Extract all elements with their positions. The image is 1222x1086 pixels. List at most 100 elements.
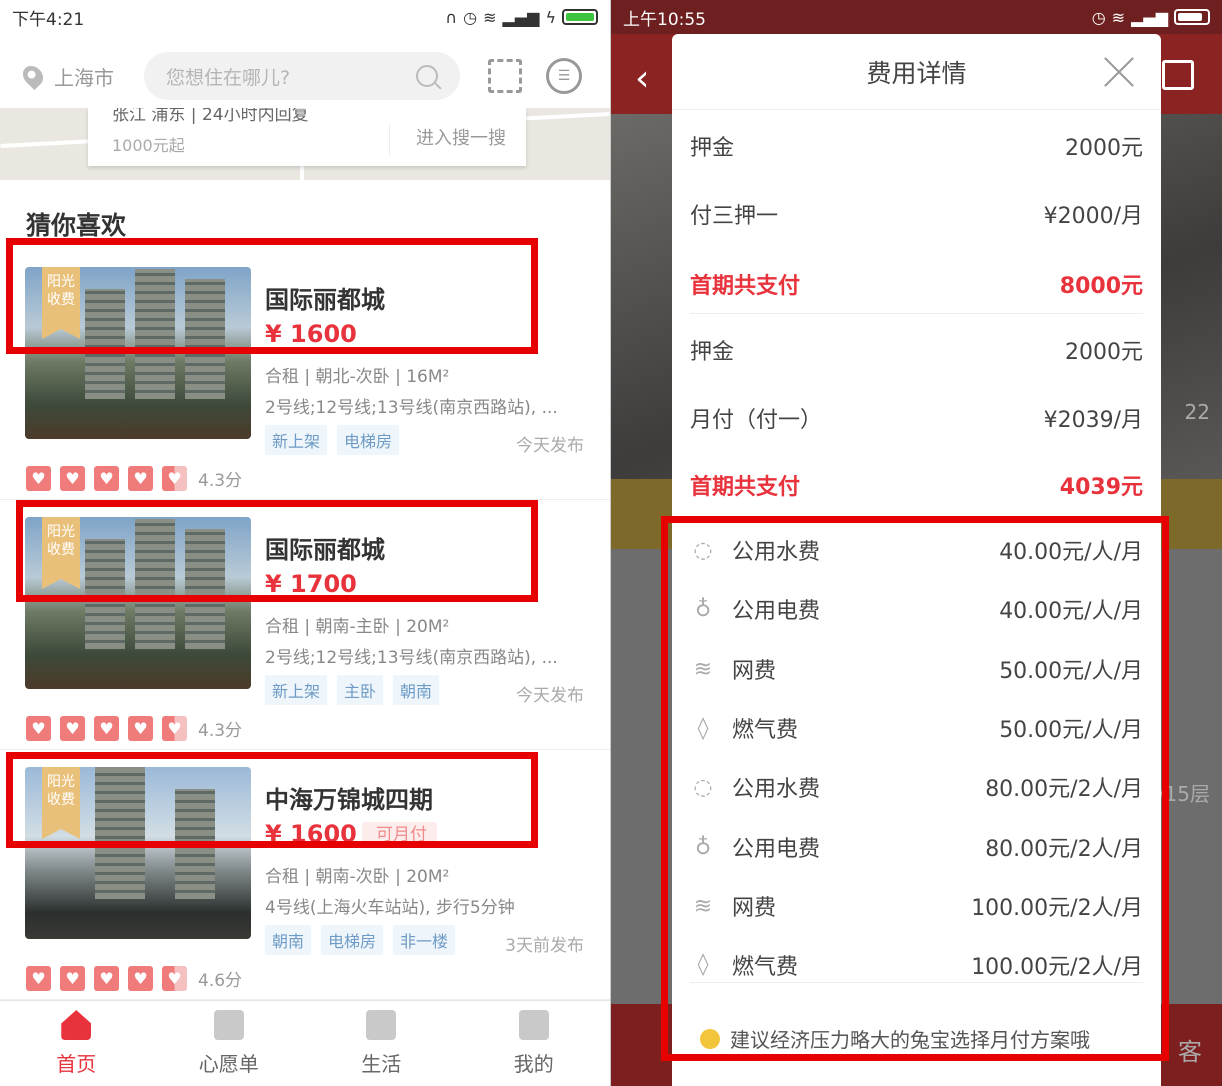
half-heart-icon: ♥: [162, 466, 187, 491]
home-icon: [61, 1010, 92, 1040]
close-icon[interactable]: [1103, 56, 1135, 88]
listing-station: 2号线;12号线;13号线(南京西路站), ...: [265, 648, 558, 668]
map-card-price: 1000元起: [112, 136, 185, 155]
heart-icon: ♥: [128, 966, 153, 991]
city-selector[interactable]: 上海市: [18, 61, 144, 91]
heart-icon: ♥: [128, 716, 153, 741]
headphone-icon: ∩: [445, 7, 458, 27]
total-row: 首期共支付 4039元: [690, 467, 1143, 503]
rating: ♥ ♥ ♥ ♥ ♥ 4.3分: [26, 466, 242, 491]
publish-time: 今天发布: [516, 686, 584, 706]
row-label: 首期共支付: [690, 475, 801, 500]
fee-row: 押金 2000元: [690, 128, 1143, 164]
tag: 电梯房: [321, 925, 384, 955]
tag: 朝南: [393, 675, 440, 705]
tag: 电梯房: [337, 425, 400, 455]
bottom-cta: 客: [1178, 1038, 1202, 1066]
search-input[interactable]: 您想住在哪儿?: [144, 52, 460, 100]
rating-score: 4.3分: [198, 721, 243, 741]
status-bar: 上午10:55 ◷ ≋ ▂▄▆: [611, 0, 1222, 34]
tag: 非一楼: [393, 925, 456, 955]
status-time: 下午4:21: [12, 9, 85, 30]
heart-icon: ♥: [60, 466, 85, 491]
fee-row: 付三押一 ¥2000/月: [690, 196, 1143, 232]
charging-icon: ϟ: [545, 7, 556, 27]
listing-tags: 朝南 电梯房 非一楼: [265, 925, 456, 955]
map-info-card[interactable]: 张江 浦东 | 24小时内回复 1000元起 进入搜一搜: [88, 108, 526, 166]
status-icons: ◷ ≋ ▂▄▆: [1092, 8, 1210, 27]
heart-icon: ♥: [26, 966, 51, 991]
bottom-tab-bar: 首页 心愿单 生活 我的: [0, 1000, 610, 1086]
heart-icon: ♥: [128, 466, 153, 491]
signal-icon: ▂▄▆: [1131, 7, 1168, 27]
fee-row: 月付（付一） ¥2039/月: [690, 400, 1143, 436]
heart-icon: ♥: [26, 716, 51, 741]
heart-icon: ♥: [94, 716, 119, 741]
heart-icon: ♥: [60, 966, 85, 991]
rating-score: 4.6分: [198, 971, 243, 991]
heart-icon: ♥: [60, 716, 85, 741]
highlight-box: [16, 500, 538, 602]
back-icon[interactable]: ‹: [635, 58, 649, 99]
modal-title: 费用详情: [866, 58, 967, 88]
listing-station: 4号线(上海火车站站), 步行5分钟: [265, 898, 515, 918]
map-preview[interactable]: 张江 浦东 | 24小时内回复 1000元起 进入搜一搜: [0, 108, 610, 180]
battery-icon: [562, 9, 598, 25]
highlight-box: [661, 516, 1169, 1061]
rabbit-icon: [518, 1010, 549, 1040]
alarm-icon: ◷: [463, 7, 478, 27]
row-label: 首期共支付: [690, 273, 801, 299]
tab-label: 心愿单: [198, 1052, 259, 1076]
rating: ♥ ♥ ♥ ♥ ♥ 4.6分: [26, 966, 242, 991]
message-icon[interactable]: ☰: [546, 58, 582, 94]
heart-icon: ♥: [26, 466, 51, 491]
signal-icon: ▂▄▆: [502, 7, 540, 27]
rating-score: 4.3分: [198, 471, 243, 491]
wifi-icon: ≋: [1111, 7, 1126, 27]
highlight-box: [6, 752, 538, 848]
fee-row: 押金 2000元: [690, 332, 1143, 368]
tab-home[interactable]: 首页: [0, 1001, 153, 1086]
tag: 新上架: [265, 675, 328, 705]
listing-station: 2号线;12号线;13号线(南京西路站), ...: [265, 398, 558, 418]
left-screen: 下午4:21 ∩ ◷ ≋ ▂▄▆ ϟ 上海市 您想住在哪儿? ☰ 张江 浦东 |…: [0, 0, 610, 1086]
modal-header: 费用详情: [672, 34, 1161, 110]
row-value: ¥2039/月: [1043, 408, 1143, 433]
half-heart-icon: ♥: [162, 966, 187, 991]
rating: ♥ ♥ ♥ ♥ ♥ 4.3分: [26, 716, 242, 741]
heart-icon: ♥: [94, 966, 119, 991]
photo-counter: 22: [1184, 400, 1210, 424]
wifi-icon: ≋: [483, 7, 497, 27]
enter-search-button[interactable]: 进入搜一搜: [389, 124, 506, 156]
right-screen: 22 /15层 客 上午10:55 ◷ ≋ ▂▄▆ ‹ 费用详情 押金 2000元…: [611, 0, 1222, 1086]
tab-wishlist[interactable]: 心愿单: [153, 1001, 306, 1086]
publish-time: 今天发布: [516, 436, 584, 456]
tab-me[interactable]: 我的: [458, 1001, 611, 1086]
tag: 主卧: [337, 675, 384, 705]
row-value: ¥2000/月: [1043, 204, 1143, 229]
top-header: 上海市 您想住在哪儿? ☰: [0, 44, 610, 108]
row-label: 押金: [690, 136, 735, 161]
sprout-icon: [366, 1010, 397, 1040]
half-heart-icon: ♥: [162, 716, 187, 741]
tab-label: 首页: [56, 1052, 97, 1076]
row-label: 付三押一: [690, 204, 779, 229]
status-time: 上午10:55: [623, 9, 706, 30]
alarm-icon: ◷: [1091, 7, 1106, 27]
scan-icon[interactable]: [488, 59, 522, 93]
publish-time: 3天前发布: [505, 936, 584, 956]
total-row: 首期共支付 8000元: [690, 254, 1143, 314]
city-label: 上海市: [54, 65, 114, 90]
tab-life[interactable]: 生活: [305, 1001, 458, 1086]
tab-label: 生活: [361, 1052, 402, 1076]
row-value: 2000元: [1065, 136, 1143, 161]
map-card-title: 张江 浦东 | 24小时内回复: [112, 108, 309, 125]
location-pin-icon: [18, 61, 48, 91]
share-icon[interactable]: [1162, 60, 1194, 90]
search-placeholder: 您想住在哪儿?: [166, 66, 291, 89]
row-label: 月付（付一）: [690, 408, 823, 433]
row-value: 8000元: [1059, 273, 1143, 299]
tab-label: 我的: [513, 1052, 554, 1076]
tag: 朝南: [265, 925, 312, 955]
wishlist-icon: [213, 1010, 244, 1040]
